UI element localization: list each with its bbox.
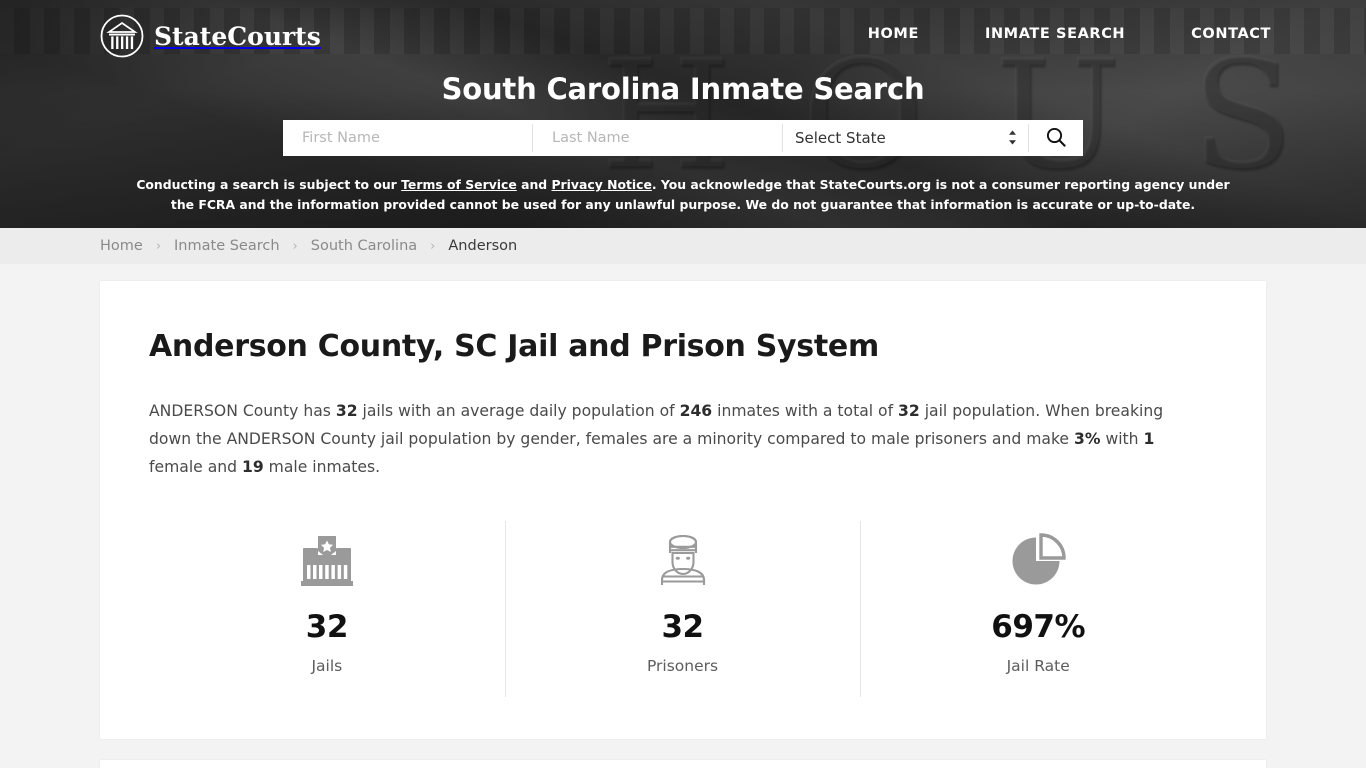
county-summary-paragraph: ANDERSON County has 32 jails with an ave… — [149, 397, 1209, 481]
search-button[interactable] — [1028, 124, 1083, 152]
disclaimer-text-2: and — [516, 177, 552, 192]
nav-item-inmate-search[interactable]: INMATE SEARCH — [985, 26, 1125, 42]
main-navigation: HOME INMATE SEARCH CONTACT — [868, 26, 1271, 42]
breadcrumb: Home › Inmate Search › South Carolina › … — [0, 228, 1366, 264]
last-name-input[interactable] — [533, 120, 782, 156]
summary-text-7: male inmates. — [263, 458, 381, 476]
site-header: HOUSE StateCourts HOME INMAT — [0, 0, 1366, 228]
summary-total-population: 32 — [898, 402, 920, 420]
summary-female-count: 1 — [1143, 430, 1155, 448]
breadcrumb-separator: › — [430, 238, 436, 254]
summary-male-count: 19 — [242, 458, 264, 476]
stat-jail-rate-value: 697% — [991, 609, 1086, 645]
courthouse-circle-icon — [100, 14, 144, 58]
page-title: Anderson County, SC Jail and Prison Syst… — [149, 329, 879, 364]
breadcrumb-item-inmate-search[interactable]: Inmate Search — [174, 238, 280, 254]
summary-text-3: inmates with a total of — [712, 402, 899, 420]
first-name-input[interactable] — [283, 120, 532, 156]
search-disclaimer: Conducting a search is subject to our Te… — [133, 175, 1233, 215]
breadcrumb-item-anderson: Anderson — [448, 238, 518, 254]
breadcrumb-separator: › — [155, 238, 162, 254]
summary-text-6: female and — [149, 458, 243, 476]
breadcrumb-item-home[interactable]: Home — [100, 238, 143, 254]
terms-of-service-link[interactable]: Terms of Service — [401, 177, 517, 192]
secondary-card — [100, 760, 1266, 768]
stat-prisoners-label: Prisoners — [646, 657, 719, 675]
summary-text-2: jails with an average daily population o… — [357, 402, 680, 420]
summary-text-5: with — [1100, 430, 1144, 448]
nav-item-contact[interactable]: CONTACT — [1191, 26, 1271, 42]
inmate-search-form: Select State — [283, 120, 1083, 156]
summary-daily-population: 246 — [679, 402, 713, 420]
county-overview-card: Anderson County, SC Jail and Prison Syst… — [100, 281, 1266, 739]
summary-jails-count: 32 — [335, 402, 358, 420]
stat-prisoners: 32 Prisoners — [504, 521, 861, 697]
nav-item-home[interactable]: HOME — [868, 26, 919, 42]
stat-jails-label: Jails — [311, 657, 343, 675]
stat-jails: 32 Jails — [149, 521, 505, 693]
stat-jail-rate-label: Jail Rate — [1006, 657, 1070, 675]
prisoner-icon — [652, 529, 714, 591]
stat-prisoners-value: 32 — [661, 609, 704, 645]
hero-title: South Carolina Inmate Search — [441, 72, 925, 106]
state-select[interactable]: Select State — [783, 120, 1028, 156]
summary-female-percent: 3% — [1074, 430, 1101, 448]
jail-building-icon — [296, 529, 358, 591]
page-content: Anderson County, SC Jail and Prison Syst… — [0, 264, 1366, 768]
pie-chart-icon — [1007, 529, 1069, 591]
stat-jails-value: 32 — [305, 609, 349, 645]
stat-jail-rate: 697% Jail Rate — [860, 521, 1216, 697]
summary-text-1: ANDERSON County has — [149, 402, 336, 420]
disclaimer-text-1: Conducting a search is subject to our — [136, 177, 402, 192]
site-logo[interactable]: StateCourts — [100, 14, 321, 58]
breadcrumb-item-south-carolina[interactable]: South Carolina — [311, 238, 417, 254]
privacy-notice-link[interactable]: Privacy Notice — [551, 177, 651, 192]
site-logo-text: StateCourts — [154, 21, 321, 51]
magnifier-icon — [1045, 126, 1067, 151]
breadcrumb-separator: › — [292, 238, 298, 254]
county-stats: 32 Jails 32 Prisoners 697% Jail Rate — [149, 521, 1216, 697]
